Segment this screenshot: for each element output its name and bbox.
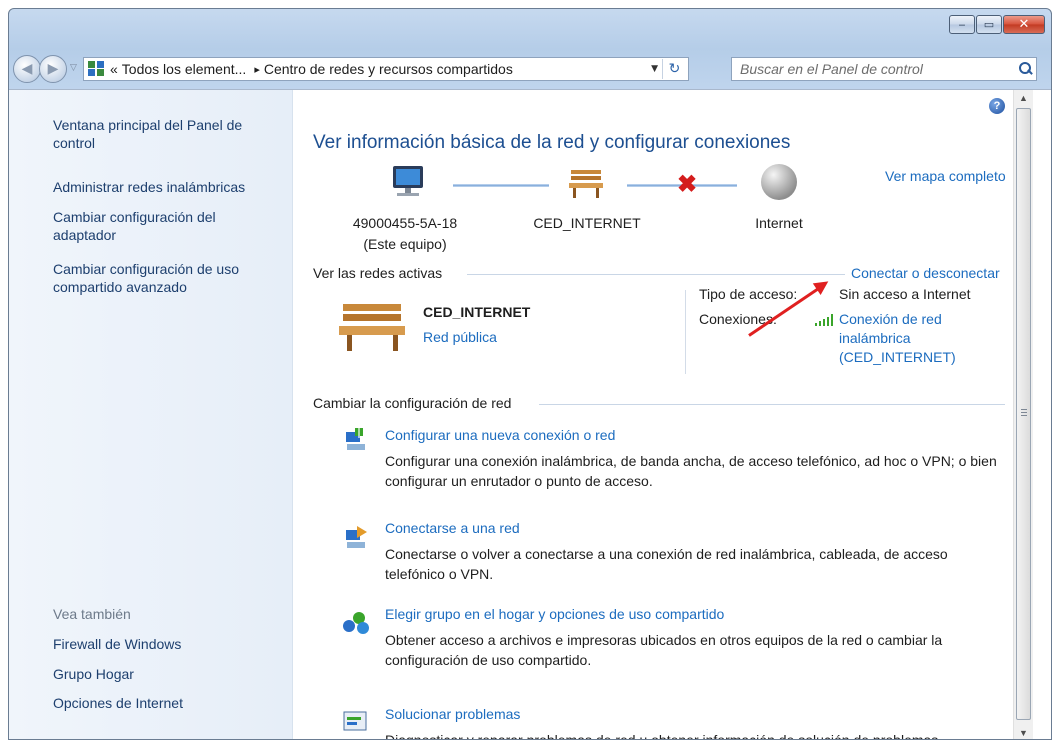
wireless-connection-link-line3[interactable]: (CED_INTERNET) <box>839 349 956 365</box>
wireless-connection-link-line2[interactable]: inalámbrica <box>839 330 911 346</box>
back-arrow-icon: ◀ <box>21 61 33 77</box>
maximize-button[interactable]: ▭ <box>976 15 1002 34</box>
breadcrumb-network-center[interactable]: Centro de redes y recursos compartidos <box>264 61 513 77</box>
task-link-troubleshoot[interactable]: Solucionar problemas <box>385 706 520 722</box>
scroll-down-arrow-icon[interactable]: ▼ <box>1019 728 1028 738</box>
sidebar-link-manage-wireless[interactable]: Administrar redes inalámbricas <box>53 178 283 196</box>
refresh-icon[interactable]: ↻ <box>662 59 686 79</box>
forward-arrow-icon: ▶ <box>47 61 59 77</box>
close-button[interactable]: ✕ <box>1003 15 1045 34</box>
new-connection-icon <box>346 428 365 450</box>
map-connection-line <box>453 184 549 187</box>
section-divider-2 <box>539 404 1005 405</box>
sidebar: Ventana principal del Panel de control A… <box>9 90 293 739</box>
wireless-signal-icon <box>815 314 833 326</box>
minimize-button[interactable]: ‒ <box>949 15 975 34</box>
view-full-map-link[interactable]: Ver mapa completo <box>885 168 1006 184</box>
sidebar-link-control-panel-home[interactable]: Ventana principal del Panel de control <box>53 116 283 152</box>
network-type-link[interactable]: Red pública <box>423 329 497 345</box>
control-panel-network-icon <box>88 61 106 77</box>
forward-button[interactable]: ▶ <box>39 55 67 83</box>
breadcrumb-all-items[interactable]: Todos los element... <box>122 61 247 77</box>
bench-large-icon <box>339 304 405 351</box>
sidebar-link-internet-options[interactable]: Opciones de Internet <box>53 694 283 712</box>
section-divider <box>467 274 845 275</box>
sidebar-link-firewall[interactable]: Firewall de Windows <box>53 635 283 653</box>
map-internet-label: Internet <box>755 215 803 231</box>
scroll-up-arrow-icon[interactable]: ▲ <box>1019 93 1028 103</box>
page-title: Ver información básica de la red y confi… <box>313 132 791 153</box>
vertical-divider <box>685 290 686 374</box>
connect-disconnect-link[interactable]: Conectar o desconectar <box>851 265 1000 281</box>
scrollbar-thumb[interactable] <box>1016 108 1031 720</box>
task-desc-new-connection: Configurar una conexión inalámbrica, de … <box>385 453 997 489</box>
bench-network-icon[interactable] <box>569 166 605 200</box>
window: ‒ ▭ ✕ ◀ ▶ ▽ « Todos los element... ▸ Cen… <box>8 8 1052 740</box>
recent-pages-dropdown-icon[interactable]: ▽ <box>70 63 77 73</box>
change-settings-heading: Cambiar la configuración de red <box>313 395 512 411</box>
computer-sub-label: (Este equipo) <box>363 236 447 252</box>
search-box[interactable]: Buscar en el Panel de control <box>731 57 1037 81</box>
address-dropdown-icon[interactable]: ▼ <box>651 64 658 74</box>
sidebar-link-adapter-settings[interactable]: Cambiar configuración del adaptador <box>53 208 253 244</box>
search-icon[interactable] <box>1014 59 1036 79</box>
main-panel: ? Ver información básica de la red y con… <box>293 90 1033 740</box>
wireless-connection-link[interactable]: Conexión de red <box>839 311 942 327</box>
search-input[interactable]: Buscar en el Panel de control <box>740 61 1014 77</box>
access-type-value: Sin acceso a Internet <box>839 286 971 302</box>
sidebar-link-advanced-sharing[interactable]: Cambiar configuración de uso compartido … <box>53 260 283 296</box>
computer-icon[interactable] <box>389 164 429 200</box>
map-network-name: CED_INTERNET <box>533 215 641 231</box>
active-network-name: CED_INTERNET <box>423 304 531 320</box>
caption-buttons: ‒ ▭ ✕ <box>949 15 1045 34</box>
active-networks-heading: Ver las redes activas <box>313 265 443 281</box>
address-overflow-chevron[interactable]: « <box>110 61 118 77</box>
scrollbar-grip-icon <box>1021 409 1027 416</box>
computer-name-label: 49000455-5A-18 <box>352 215 458 231</box>
see-also-heading: Vea también <box>53 606 131 622</box>
homegroup-icon <box>343 612 369 634</box>
no-connection-x-icon: ✖ <box>677 171 698 198</box>
help-icon[interactable]: ? <box>989 98 1005 114</box>
task-link-new-connection[interactable]: Configurar una nueva conexión o red <box>385 427 615 443</box>
connect-network-icon <box>346 526 367 548</box>
content-area: Ventana principal del Panel de control A… <box>9 89 1051 740</box>
vertical-scrollbar[interactable]: ▲ ▼ <box>1013 90 1033 739</box>
navigation-bar: ◀ ▶ ▽ « Todos los element... ▸ Centro de… <box>9 49 1051 85</box>
task-desc-troubleshoot: Diagnosticar y reparar problemas de red … <box>385 732 943 740</box>
troubleshoot-icon <box>343 711 367 731</box>
task-link-connect-network[interactable]: Conectarse a una red <box>385 520 520 536</box>
back-button[interactable]: ◀ <box>13 55 41 83</box>
task-desc-homegroup: Obtener acceso a archivos e impresoras u… <box>385 632 943 668</box>
sidebar-link-homegroup[interactable]: Grupo Hogar <box>53 665 283 683</box>
access-type-label: Tipo de acceso: <box>699 286 798 302</box>
task-desc-connect-network: Conectarse o volver a conectarse a una c… <box>385 546 948 582</box>
breadcrumb-separator-icon[interactable]: ▸ <box>254 63 260 76</box>
internet-globe-icon[interactable] <box>759 162 799 202</box>
address-bar[interactable]: « Todos los element... ▸ Centro de redes… <box>83 57 689 81</box>
task-link-homegroup[interactable]: Elegir grupo en el hogar y opciones de u… <box>385 606 724 622</box>
